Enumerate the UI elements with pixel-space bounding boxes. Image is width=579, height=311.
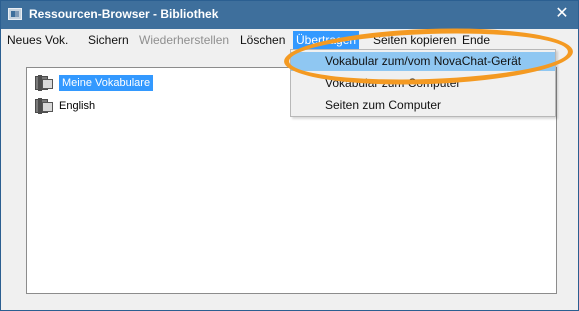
library-item-label[interactable]: Meine Vokabulare bbox=[59, 75, 154, 91]
transfer-vocabulary-device-option[interactable]: Vokabular zum/vom NovaChat-Gerät bbox=[291, 52, 555, 71]
menu-exit[interactable]: Ende bbox=[462, 32, 490, 48]
menu-copy-pages[interactable]: Seiten kopieren bbox=[373, 32, 456, 48]
book-stack-icon bbox=[34, 98, 55, 114]
library-item-my-vocabularies[interactable]: Meine Vokabulare bbox=[34, 75, 154, 91]
menu-restore[interactable]: Wiederherstellen bbox=[139, 32, 229, 48]
menu-transfer[interactable]: Übertragen bbox=[293, 31, 360, 49]
menu-save[interactable]: Sichern bbox=[88, 32, 129, 48]
library-item-label[interactable]: English bbox=[59, 98, 95, 114]
library-item-english[interactable]: English bbox=[34, 98, 95, 114]
menu-delete[interactable]: Löschen bbox=[240, 32, 285, 48]
transfer-dropdown-menu: Vokabular zum/vom NovaChat-Gerät Vokabul… bbox=[290, 49, 556, 117]
book-stack-icon bbox=[34, 75, 55, 91]
transfer-pages-computer-option[interactable]: Seiten zum Computer bbox=[291, 96, 555, 115]
resource-browser-window: Ressourcen-Browser - Bibliothek ✕ Neues … bbox=[0, 0, 579, 311]
resource-browser-icon bbox=[8, 8, 22, 20]
close-button[interactable]: ✕ bbox=[553, 4, 571, 24]
transfer-vocabulary-computer-option[interactable]: Vokabular zum Computer bbox=[291, 74, 555, 93]
menu-bar: Neues Vok. Sichern Wiederherstellen Lösc… bbox=[1, 29, 578, 49]
menu-new-vocabulary[interactable]: Neues Vok. bbox=[7, 32, 68, 48]
title-bar[interactable]: Ressourcen-Browser - Bibliothek ✕ bbox=[1, 1, 578, 29]
window-title: Ressourcen-Browser - Bibliothek bbox=[29, 7, 219, 21]
